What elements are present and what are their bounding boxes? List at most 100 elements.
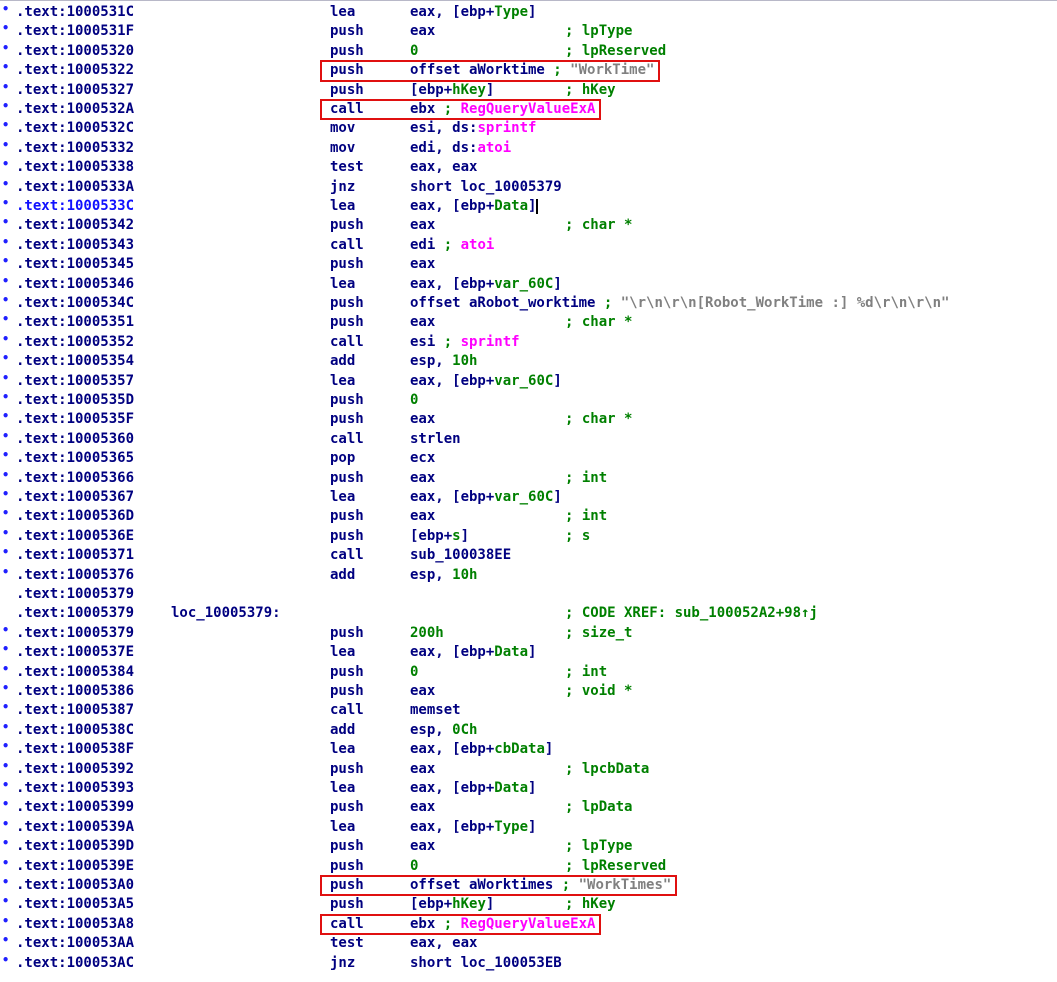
- code-line[interactable]: • .text:1000539D push eax ; lpType: [0, 837, 1057, 856]
- code-line[interactable]: • .text:10005360 call strlen: [0, 430, 1057, 449]
- operands[interactable]: 0: [410, 857, 418, 876]
- code-line[interactable]: • .text:100053AC jnz short loc_100053EB: [0, 954, 1057, 973]
- code-line[interactable]: • .text:1000535F push eax ; char *: [0, 410, 1057, 429]
- code-line[interactable]: • .text:100053AA test eax, eax: [0, 934, 1057, 953]
- code-line[interactable]: • .text:10005338 test eax, eax: [0, 158, 1057, 177]
- operands[interactable]: eax, eax: [410, 934, 477, 953]
- code-line[interactable]: • .text:10005354 add esp, 10h: [0, 352, 1057, 371]
- line-address[interactable]: .text:1000532C: [16, 119, 134, 138]
- code-line[interactable]: • .text:10005351 push eax ; char *: [0, 313, 1057, 332]
- line-address[interactable]: .text:10005338: [16, 158, 134, 177]
- operands[interactable]: 200h: [410, 624, 444, 643]
- line-address[interactable]: .text:10005376: [16, 566, 134, 585]
- line-address[interactable]: .text:10005379: [16, 604, 134, 623]
- code-line[interactable]: • .text:10005320 push 0 ; lpReserved: [0, 42, 1057, 61]
- line-address[interactable]: .text:10005346: [16, 275, 134, 294]
- operands[interactable]: eax, eax: [410, 158, 477, 177]
- code-line[interactable]: • .text:10005343 call edi ; atoi: [0, 236, 1057, 255]
- operands[interactable]: eax, [ebp+Data]: [410, 643, 536, 662]
- line-address[interactable]: .text:10005367: [16, 488, 134, 507]
- code-line[interactable]: • .text:1000533A jnz short loc_10005379: [0, 178, 1057, 197]
- line-address[interactable]: .text:10005366: [16, 469, 134, 488]
- line-address[interactable]: .text:10005365: [16, 449, 134, 468]
- line-address[interactable]: .text:1000534C: [16, 294, 134, 313]
- operands[interactable]: eax, [ebp+Data]: [410, 779, 536, 798]
- line-address[interactable]: .text:10005384: [16, 663, 134, 682]
- operands[interactable]: 0: [410, 663, 418, 682]
- code-line[interactable]: • .text:1000536D push eax ; int: [0, 507, 1057, 526]
- code-line[interactable]: • .text:10005379 push 200h ; size_t: [0, 624, 1057, 643]
- line-address[interactable]: .text:100053A0: [16, 876, 134, 895]
- disassembly-view[interactable]: • .text:1000531C lea eax, [ebp+Type] • .text:…: [0, 0, 1057, 982]
- line-address[interactable]: .text:10005387: [16, 701, 134, 720]
- line-address[interactable]: .text:10005322: [16, 61, 134, 80]
- line-address[interactable]: .text:1000537E: [16, 643, 134, 662]
- operands[interactable]: esp, 10h: [410, 352, 477, 371]
- line-address[interactable]: .text:10005360: [16, 430, 134, 449]
- code-line[interactable]: • .text:10005346 lea eax, [ebp+var_60C]: [0, 275, 1057, 294]
- line-address[interactable]: .text:1000532A: [16, 100, 134, 119]
- line-address[interactable]: .text:10005342: [16, 216, 134, 235]
- code-line[interactable]: • .text:1000534C push offset aRobot_worktim…: [0, 294, 1057, 313]
- code-line[interactable]: • .text:10005367 lea eax, [ebp+var_60C]: [0, 488, 1057, 507]
- operands[interactable]: eax, [ebp+var_60C]: [410, 488, 562, 507]
- line-address[interactable]: .text:1000539A: [16, 818, 134, 837]
- code-line[interactable]: • .text:1000539A lea eax, [ebp+Type]: [0, 818, 1057, 837]
- code-line[interactable]: • .text:10005322 push offset aWorktime ; "W…: [0, 61, 1057, 80]
- operands[interactable]: sub_100038EE: [410, 546, 511, 565]
- code-line[interactable]: • .text:100053A5 push [ebp+hKey] ; hKey: [0, 895, 1057, 914]
- line-address[interactable]: .text:10005351: [16, 313, 134, 332]
- code-line[interactable]: • .text:10005399 push eax ; lpData: [0, 798, 1057, 817]
- line-address[interactable]: .text:10005386: [16, 682, 134, 701]
- code-line[interactable]: • .text:1000531C lea eax, [ebp+Type]: [0, 3, 1057, 22]
- line-address[interactable]: .text:1000531C: [16, 3, 134, 22]
- operands[interactable]: eax: [410, 255, 435, 274]
- code-line[interactable]: • .text:10005342 push eax ; char *: [0, 216, 1057, 235]
- line-address[interactable]: .text:1000535D: [16, 391, 134, 410]
- operands[interactable]: ebx ; RegQueryValueExA: [410, 100, 595, 119]
- line-address[interactable]: .text:10005357: [16, 372, 134, 391]
- operands[interactable]: eax: [410, 410, 435, 429]
- line-address[interactable]: .text:100053A5: [16, 895, 134, 914]
- line-address[interactable]: .text:10005379: [16, 585, 134, 604]
- code-line[interactable]: • .text:10005393 lea eax, [ebp+Data]: [0, 779, 1057, 798]
- code-line[interactable]: • .text:1000537E lea eax, [ebp+Data]: [0, 643, 1057, 662]
- code-line[interactable]: • .text:10005352 call esi ; sprintf: [0, 333, 1057, 352]
- operands[interactable]: offset aWorktimes ; "WorkTimes": [410, 876, 671, 895]
- operands[interactable]: eax, [ebp+Type]: [410, 3, 536, 22]
- code-line[interactable]: • .text:10005392 push eax ; lpcbData: [0, 760, 1057, 779]
- line-address[interactable]: .text:10005327: [16, 81, 134, 100]
- operands[interactable]: short loc_100053EB: [410, 954, 562, 973]
- code-line[interactable]: • .text:10005387 call memset: [0, 701, 1057, 720]
- code-line[interactable]: • .text:10005327 push [ebp+hKey] ; hKey: [0, 81, 1057, 100]
- code-line[interactable]: • .text:100053A0 push offset aWorktimes ; "…: [0, 876, 1057, 895]
- line-address[interactable]: .text:10005352: [16, 333, 134, 352]
- code-line[interactable]: • .text:1000536E push [ebp+s] ; s: [0, 527, 1057, 546]
- code-line[interactable]: • .text:1000535D push 0: [0, 391, 1057, 410]
- code-line[interactable]: • .text:1000531F push eax ; lpType: [0, 22, 1057, 41]
- code-line[interactable]: • .text:100053A8 call ebx ; RegQueryValueEx…: [0, 915, 1057, 934]
- line-address[interactable]: .text:10005354: [16, 352, 134, 371]
- code-line[interactable]: • .text:10005332 mov edi, ds:atoi: [0, 139, 1057, 158]
- operands[interactable]: 0: [410, 391, 418, 410]
- code-line[interactable]: .text:10005379: [0, 585, 1057, 604]
- line-address[interactable]: .text:1000538C: [16, 721, 134, 740]
- line-address[interactable]: .text:10005399: [16, 798, 134, 817]
- operands[interactable]: ebx ; RegQueryValueExA: [410, 915, 595, 934]
- line-address[interactable]: .text:1000539E: [16, 857, 134, 876]
- operands[interactable]: eax: [410, 469, 435, 488]
- line-address[interactable]: .text:10005392: [16, 760, 134, 779]
- line-address[interactable]: .text:1000533A: [16, 178, 134, 197]
- code-line[interactable]: • .text:10005357 lea eax, [ebp+var_60C]: [0, 372, 1057, 391]
- operands[interactable]: eax: [410, 798, 435, 817]
- code-line[interactable]: • .text:1000532A call ebx ; RegQueryValueEx…: [0, 100, 1057, 119]
- code-line[interactable]: • .text:10005386 push eax ; void *: [0, 682, 1057, 701]
- line-address[interactable]: .text:10005379: [16, 624, 134, 643]
- operands[interactable]: eax: [410, 760, 435, 779]
- operands[interactable]: esp, 10h: [410, 566, 477, 585]
- line-address[interactable]: .text:10005393: [16, 779, 134, 798]
- operands[interactable]: eax: [410, 682, 435, 701]
- line-address[interactable]: .text:10005320: [16, 42, 134, 61]
- operands[interactable]: offset aRobot_worktime ; "\r\n\r\n[Robot…: [410, 294, 949, 313]
- code-line[interactable]: • .text:10005366 push eax ; int: [0, 469, 1057, 488]
